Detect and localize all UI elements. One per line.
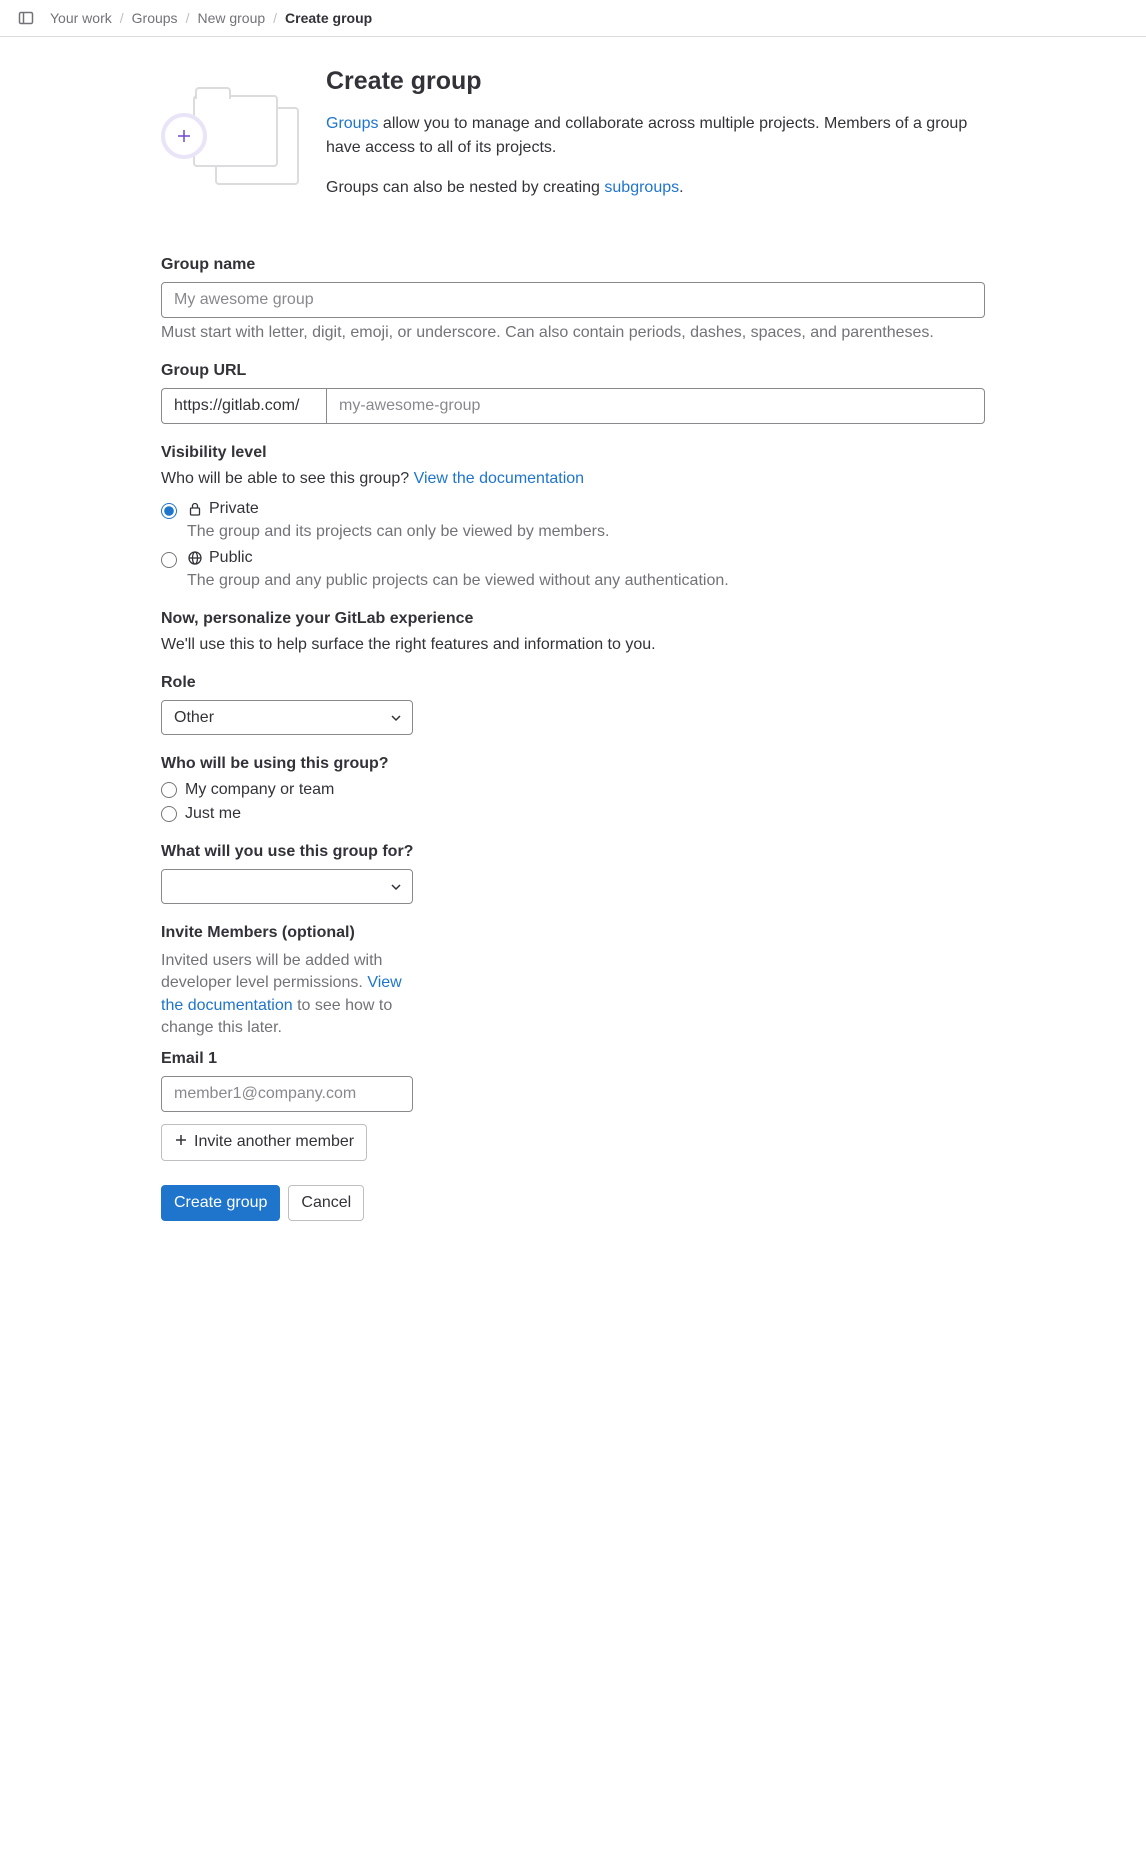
group-name-label: Group name (161, 256, 985, 274)
breadcrumb-new-group[interactable]: New group (197, 10, 265, 26)
cancel-button[interactable]: Cancel (288, 1185, 364, 1221)
create-group-button[interactable]: Create group (161, 1185, 280, 1221)
group-url-prefix: https://gitlab.com/ (161, 388, 326, 424)
use-for-label: What will you use this group for? (161, 843, 985, 861)
visibility-public-desc: The group and any public projects can be… (187, 572, 985, 590)
who-using-justme-radio[interactable] (161, 806, 177, 822)
globe-icon (187, 550, 203, 566)
visibility-sub: Who will be able to see this group? View… (161, 470, 985, 488)
who-using-justme-label: Just me (185, 805, 241, 823)
group-url-input[interactable] (326, 388, 985, 424)
breadcrumb-your-work[interactable]: Your work (50, 10, 112, 26)
visibility-level-label: Visibility level (161, 444, 985, 462)
sidebar-toggle-icon[interactable] (18, 10, 34, 26)
topbar: Your work / Groups / New group / Create … (0, 0, 1146, 37)
use-for-select[interactable] (161, 869, 413, 904)
invite-heading: Invite Members (optional) (161, 924, 985, 942)
group-name-input[interactable] (161, 282, 985, 318)
who-using-company-label: My company or team (185, 781, 334, 799)
breadcrumb: Your work / Groups / New group / Create … (50, 10, 372, 26)
breadcrumb-separator: / (273, 10, 277, 26)
groups-link[interactable]: Groups (326, 115, 378, 132)
page-title: Create group (326, 67, 985, 96)
visibility-public-label: Public (209, 549, 253, 567)
intro-paragraph-1: Groups allow you to manage and collabora… (326, 112, 985, 160)
invite-help: Invited users will be added with develop… (161, 950, 413, 1040)
group-folder-illustration (161, 67, 286, 216)
role-select[interactable]: Other (161, 700, 413, 735)
intro-paragraph-2: Groups can also be nested by creating su… (326, 176, 985, 200)
visibility-doc-link[interactable]: View the documentation (414, 470, 584, 487)
visibility-private-radio[interactable] (161, 503, 177, 519)
email1-input[interactable] (161, 1076, 413, 1112)
breadcrumb-current: Create group (285, 10, 372, 26)
plus-icon (161, 113, 207, 159)
email1-label: Email 1 (161, 1050, 985, 1068)
group-name-help: Must start with letter, digit, emoji, or… (161, 324, 985, 342)
visibility-private-label: Private (209, 500, 259, 518)
who-using-company-radio[interactable] (161, 782, 177, 798)
plus-icon (174, 1133, 188, 1152)
visibility-public-radio[interactable] (161, 552, 177, 568)
role-label: Role (161, 674, 985, 692)
group-url-label: Group URL (161, 362, 985, 380)
breadcrumb-separator: / (186, 10, 190, 26)
personalize-heading: Now, personalize your GitLab experience (161, 610, 985, 628)
invite-another-label: Invite another member (194, 1133, 354, 1151)
breadcrumb-separator: / (120, 10, 124, 26)
lock-icon (187, 501, 203, 517)
breadcrumb-groups[interactable]: Groups (132, 10, 178, 26)
invite-another-button[interactable]: Invite another member (161, 1124, 367, 1161)
visibility-private-desc: The group and its projects can only be v… (187, 523, 985, 541)
who-using-label: Who will be using this group? (161, 755, 985, 773)
subgroups-link[interactable]: subgroups (604, 179, 679, 196)
personalize-sub: We'll use this to help surface the right… (161, 636, 985, 654)
